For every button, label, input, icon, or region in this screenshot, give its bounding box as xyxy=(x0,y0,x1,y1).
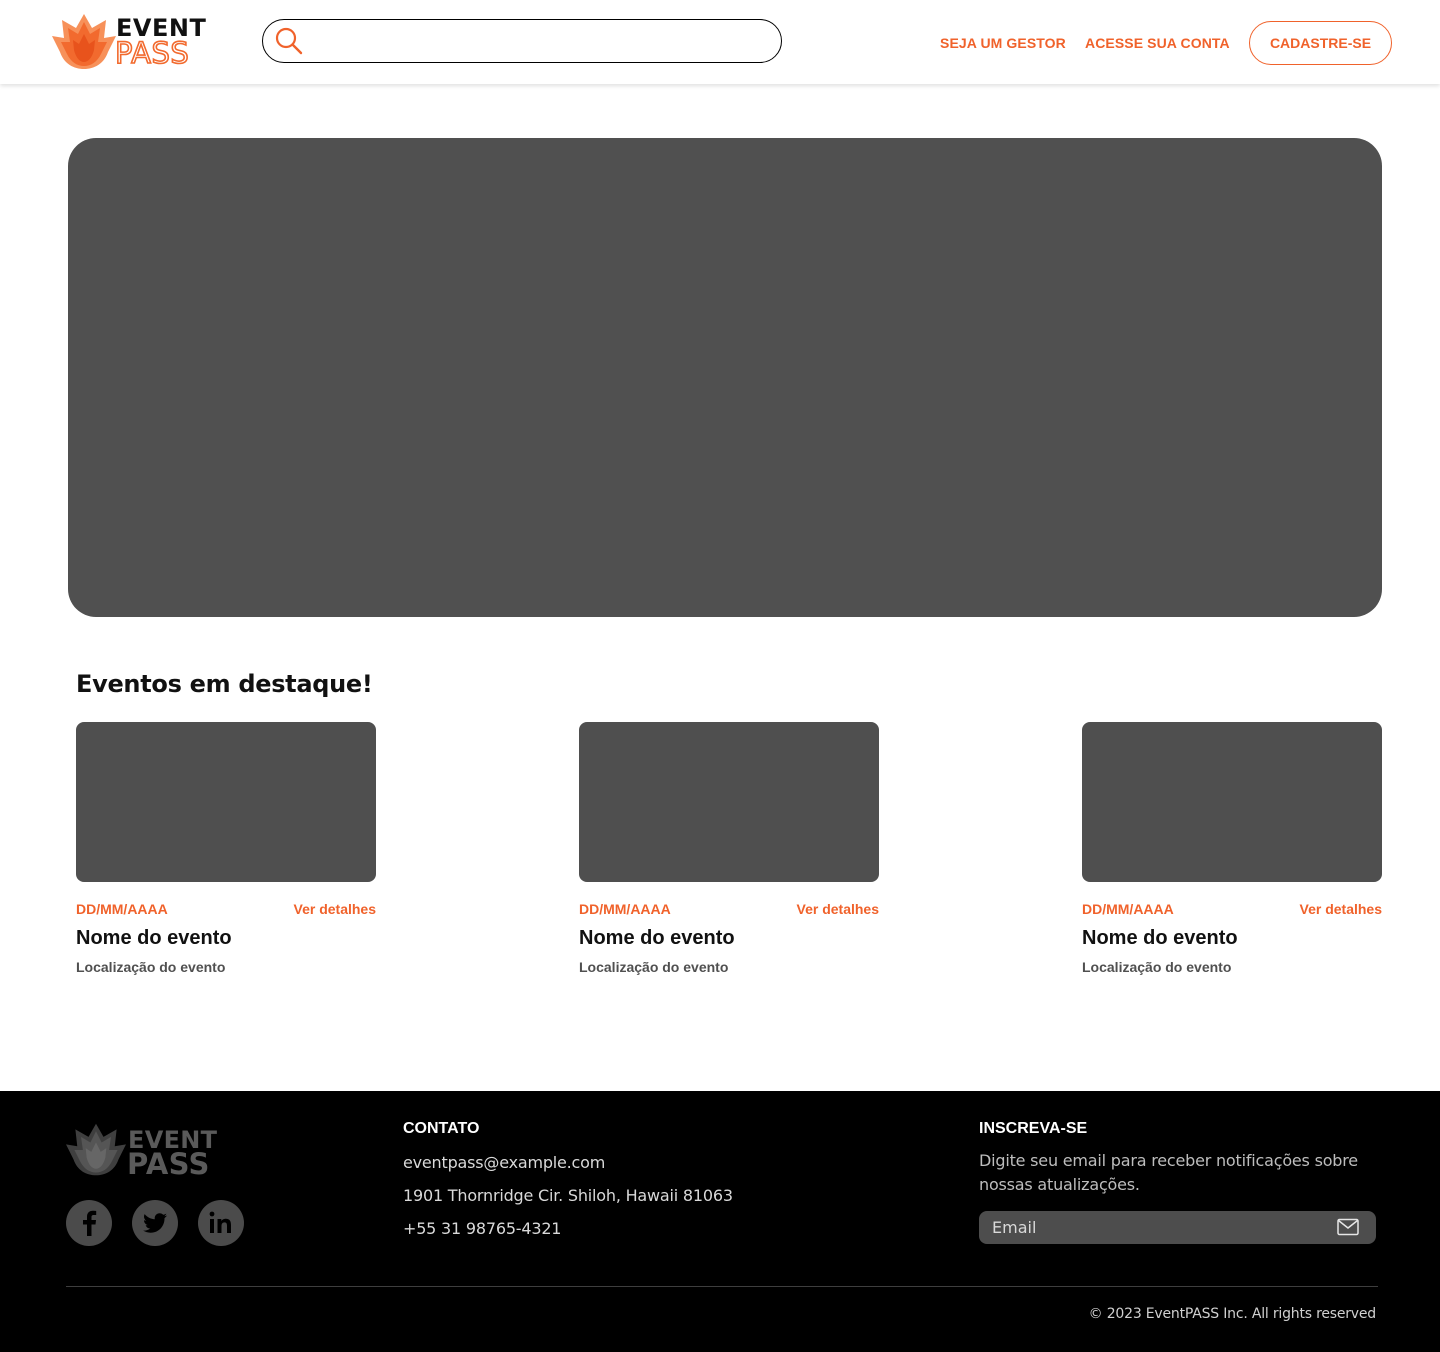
event-card[interactable]: DD/MM/AAAA Ver detalhes Nome do evento L… xyxy=(1082,722,1382,982)
footer-logo[interactable]: EVENT PASS xyxy=(66,1121,217,1183)
event-date: DD/MM/AAAA xyxy=(1082,901,1174,917)
email-input[interactable] xyxy=(992,1211,1322,1244)
ver-detalhes-link[interactable]: Ver detalhes xyxy=(797,901,880,917)
eventpass-logo[interactable]: EVENT PASS xyxy=(52,12,206,71)
facebook-button[interactable] xyxy=(66,1200,112,1246)
contact-address: 1901 Thornridge Cir. Shiloh, Hawaii 8106… xyxy=(403,1186,733,1205)
event-card[interactable]: DD/MM/AAAA Ver detalhes Nome do evento L… xyxy=(579,722,879,982)
ver-detalhes-link[interactable]: Ver detalhes xyxy=(1300,901,1383,917)
subscribe-email-field[interactable] xyxy=(979,1211,1376,1244)
event-date: DD/MM/AAAA xyxy=(579,901,671,917)
nav-seja-um-gestor[interactable]: SEJA UM GESTOR xyxy=(940,35,1066,51)
ver-detalhes-link[interactable]: Ver detalhes xyxy=(294,901,377,917)
nav-acesse-sua-conta[interactable]: ACESSE SUA CONTA xyxy=(1085,35,1230,51)
linkedin-button[interactable] xyxy=(198,1200,244,1246)
event-name: Nome do evento xyxy=(579,927,735,949)
site-footer: EVENT PASS CONTATO eventpass@example.com… xyxy=(0,1091,1440,1352)
search-input[interactable] xyxy=(311,26,766,56)
twitter-button[interactable] xyxy=(132,1200,178,1246)
subscribe-description: Digite seu email para receber notificaçõ… xyxy=(979,1151,1358,1194)
twitter-icon xyxy=(143,1213,167,1233)
logo-word-pass: PASS xyxy=(127,1147,210,1181)
linkedin-icon xyxy=(209,1211,231,1233)
event-location: Localização do evento xyxy=(76,959,226,975)
contact-heading: CONTATO xyxy=(403,1120,480,1137)
event-date: DD/MM/AAAA xyxy=(76,901,168,917)
facebook-icon xyxy=(83,1210,97,1236)
hero-banner-placeholder[interactable] xyxy=(68,138,1382,617)
event-name: Nome do evento xyxy=(1082,927,1238,949)
contact-phone[interactable]: +55 31 98765-4321 xyxy=(403,1219,561,1238)
flame-logo-icon xyxy=(66,1123,126,1176)
search-icon[interactable] xyxy=(275,27,303,55)
featured-section-title: Eventos em destaque! xyxy=(76,670,373,698)
event-location: Localização do evento xyxy=(1082,959,1232,975)
cadastre-se-button[interactable]: CADASTRE-SE xyxy=(1249,21,1392,65)
event-name: Nome do evento xyxy=(76,927,232,949)
event-card[interactable]: DD/MM/AAAA Ver detalhes Nome do evento L… xyxy=(76,722,376,982)
subscribe-heading: INSCREVA-SE xyxy=(979,1120,1088,1137)
site-header: EVENT PASS SEJA UM GESTOR ACESSE SUA CON… xyxy=(0,0,1440,84)
event-image-placeholder[interactable] xyxy=(1082,722,1382,882)
flame-logo-icon xyxy=(52,14,116,69)
search-bar[interactable] xyxy=(262,19,782,63)
mail-icon[interactable] xyxy=(1337,1218,1359,1236)
event-location: Localização do evento xyxy=(579,959,729,975)
copyright-text: © 2023 EventPASS Inc. All rights reserve… xyxy=(1088,1306,1377,1322)
logo-word-pass: PASS xyxy=(114,35,190,71)
event-image-placeholder[interactable] xyxy=(76,722,376,882)
event-image-placeholder[interactable] xyxy=(579,722,879,882)
footer-divider xyxy=(66,1286,1378,1287)
contact-email-link[interactable]: eventpass@example.com xyxy=(403,1153,605,1172)
